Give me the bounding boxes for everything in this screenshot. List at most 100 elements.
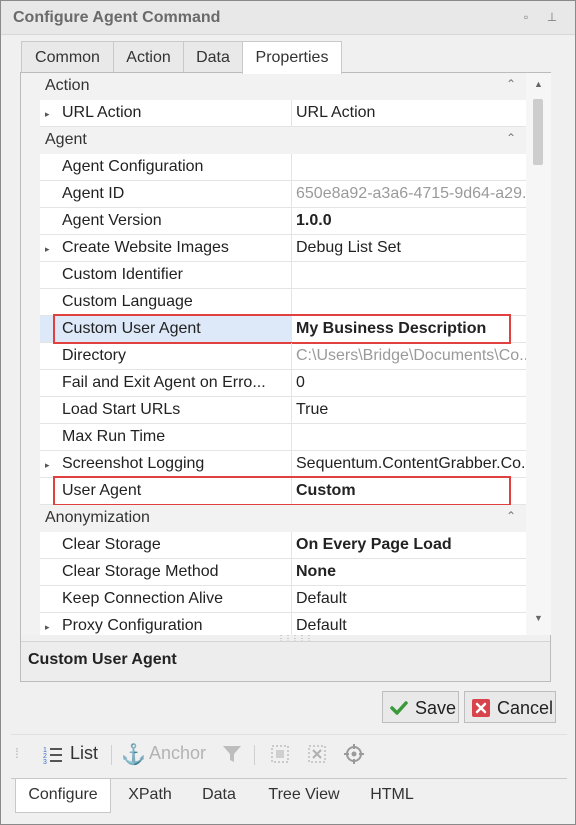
property-name[interactable]: Keep Connection Alive	[40, 586, 292, 613]
row-gutter	[21, 208, 40, 235]
property-name[interactable]: Load Start URLs	[40, 397, 292, 424]
property-row-clear-storage-method[interactable]: Clear Storage Method None	[21, 559, 526, 586]
tab-action[interactable]: Action	[113, 41, 184, 73]
property-name[interactable]: Screenshot Logging	[40, 451, 292, 478]
property-row-fail-and-exit-agent-on-erro[interactable]: Fail and Exit Agent on Erro... 0	[21, 370, 526, 397]
restore-icon[interactable]: ▫	[518, 9, 534, 25]
property-name[interactable]: Create Website Images	[40, 235, 292, 262]
property-name[interactable]: Directory	[40, 343, 292, 370]
property-value[interactable]: URL Action	[292, 100, 526, 127]
property-row-agent-id[interactable]: Agent ID 650e8a92-a3a6-4715-9d64-a29...	[21, 181, 526, 208]
property-row-custom-identifier[interactable]: Custom Identifier	[21, 262, 526, 289]
property-name[interactable]: User Agent	[40, 478, 292, 505]
property-name[interactable]: Proxy Configuration	[40, 613, 292, 635]
scroll-down-icon[interactable]: ▼	[526, 609, 551, 627]
target-button[interactable]	[343, 743, 365, 767]
property-row-directory[interactable]: Directory C:\Users\Bridge\Documents\Co...	[21, 343, 526, 370]
property-value[interactable]: Custom	[292, 478, 526, 505]
property-name[interactable]: URL Action	[40, 100, 292, 127]
list-label: List	[70, 743, 99, 763]
property-name[interactable]: Custom Language	[40, 289, 292, 316]
property-row-clear-storage[interactable]: Clear Storage On Every Page Load	[21, 532, 526, 559]
row-gutter	[21, 478, 40, 505]
property-row-custom-language[interactable]: Custom Language	[21, 289, 526, 316]
description-panel: Custom User Agent	[21, 641, 550, 681]
property-name[interactable]: Agent Configuration	[40, 154, 292, 181]
property-value[interactable]	[292, 289, 526, 316]
property-value[interactable]	[292, 154, 526, 181]
property-name[interactable]: Agent Version	[40, 208, 292, 235]
category-anonymization[interactable]: Anonymization ⌃	[21, 505, 526, 532]
expand-arrow-icon[interactable]: ▸	[45, 244, 50, 255]
property-row-keep-connection-alive[interactable]: Keep Connection Alive Default	[21, 586, 526, 613]
expand-arrow-icon[interactable]: ▸	[45, 460, 50, 471]
collapse-chevron-icon[interactable]: ⌃	[506, 509, 516, 523]
property-row-create-website-images[interactable]: Create Website Images ▸ Debug List Set	[21, 235, 526, 262]
cancel-label: Cancel	[497, 698, 554, 718]
property-name[interactable]: Agent ID	[40, 181, 292, 208]
property-row-custom-user-agent[interactable]: Custom User Agent My Business Description	[21, 316, 526, 343]
expand-arrow-icon[interactable]: ▸	[45, 109, 50, 120]
property-name[interactable]: Custom Identifier	[40, 262, 292, 289]
collapse-chevron-icon[interactable]: ⌃	[506, 131, 516, 145]
property-name[interactable]: Custom User Agent	[40, 316, 292, 343]
pin-icon[interactable]: ⊥	[544, 9, 560, 25]
bottom-tabs: Configure XPath Data Tree View HTML	[11, 778, 567, 813]
property-row-agent-version[interactable]: Agent Version 1.0.0	[21, 208, 526, 235]
property-value[interactable]	[292, 424, 526, 451]
property-row-load-start-urls[interactable]: Load Start URLs True	[21, 397, 526, 424]
property-name[interactable]: Clear Storage	[40, 532, 292, 559]
property-row-url-action[interactable]: URL Action ▸ URL Action	[21, 100, 526, 127]
save-label: Save	[415, 698, 457, 718]
category-agent[interactable]: Agent ⌃	[21, 127, 526, 154]
row-gutter	[21, 262, 40, 289]
filter-button[interactable]	[221, 743, 243, 767]
property-row-proxy-configuration[interactable]: Proxy Configuration ▸ Default	[21, 613, 526, 635]
tab-properties[interactable]: Properties	[242, 41, 342, 74]
tab-xpath[interactable]: XPath	[115, 779, 185, 813]
property-value[interactable]: On Every Page Load	[292, 532, 526, 559]
property-value[interactable]: 650e8a92-a3a6-4715-9d64-a29...	[292, 181, 526, 208]
property-name[interactable]: Clear Storage Method	[40, 559, 292, 586]
tab-common[interactable]: Common	[21, 41, 114, 73]
row-gutter	[21, 397, 40, 424]
category-label: Action	[45, 77, 90, 94]
collapse-chevron-icon[interactable]: ⌃	[506, 77, 516, 91]
tab-configure[interactable]: Configure	[15, 779, 111, 813]
crosshair-icon	[344, 744, 364, 764]
select-region-button[interactable]	[269, 743, 291, 767]
property-row-screenshot-logging[interactable]: Screenshot Logging ▸ Sequentum.ContentGrab…	[21, 451, 526, 478]
property-value[interactable]: 0	[292, 370, 526, 397]
save-button[interactable]: Save	[382, 691, 459, 723]
property-value[interactable]: My Business Description	[292, 316, 526, 343]
property-row-max-run-time[interactable]: Max Run Time	[21, 424, 526, 451]
cancel-button[interactable]: Cancel	[464, 691, 556, 723]
property-value[interactable]: Default	[292, 613, 526, 635]
anchor-icon: ⚓	[121, 744, 146, 766]
tab-html[interactable]: HTML	[361, 779, 423, 813]
property-value[interactable]: True	[292, 397, 526, 424]
row-gutter	[21, 586, 40, 613]
scroll-thumb[interactable]	[533, 99, 543, 165]
property-value[interactable]: C:\Users\Bridge\Documents\Co...	[292, 343, 526, 370]
property-row-agent-configuration[interactable]: Agent Configuration	[21, 154, 526, 181]
property-value[interactable]	[292, 262, 526, 289]
expand-arrow-icon[interactable]: ▸	[45, 622, 50, 633]
property-row-user-agent[interactable]: User Agent Custom	[21, 478, 526, 505]
tab-data-bottom[interactable]: Data	[191, 779, 247, 813]
tab-data[interactable]: Data	[183, 41, 243, 73]
category-action[interactable]: Action ⌃	[21, 73, 526, 100]
property-value[interactable]: 1.0.0	[292, 208, 526, 235]
property-name[interactable]: Fail and Exit Agent on Erro...	[40, 370, 292, 397]
row-gutter	[21, 235, 40, 262]
clear-selection-button[interactable]	[306, 743, 328, 767]
property-grid: Action ⌃ URL Action ▸ URL Action Agent ⌃ Agent …	[21, 73, 526, 635]
vertical-scrollbar[interactable]: ▲ ▼	[526, 73, 551, 635]
property-value[interactable]: Sequentum.ContentGrabber.Co...	[292, 451, 526, 478]
tab-tree-view[interactable]: Tree View	[255, 779, 353, 813]
property-value[interactable]: Debug List Set	[292, 235, 526, 262]
property-name[interactable]: Max Run Time	[40, 424, 292, 451]
scroll-up-icon[interactable]: ▲	[526, 75, 551, 93]
property-value[interactable]: None	[292, 559, 526, 586]
property-value[interactable]: Default	[292, 586, 526, 613]
